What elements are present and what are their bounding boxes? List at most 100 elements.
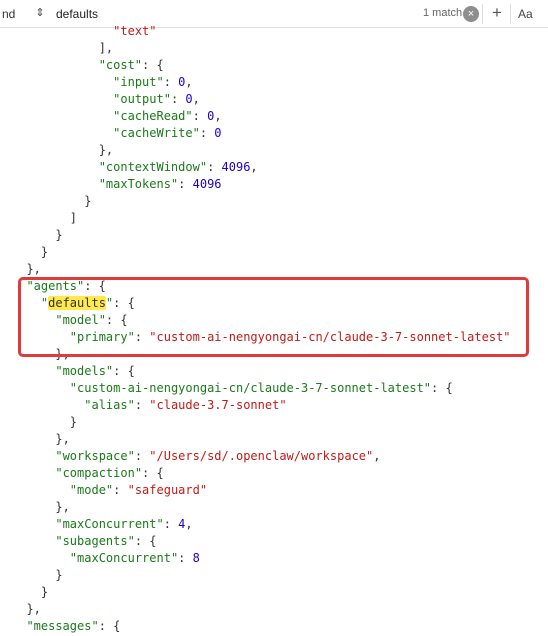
code-token: }, — [55, 432, 70, 446]
code-token: "models" — [55, 364, 114, 378]
code-token: }, — [98, 143, 114, 157]
search-input[interactable] — [56, 5, 356, 23]
code-token: , — [214, 109, 222, 123]
code-token: "subagents" — [55, 534, 135, 548]
code-token: "custom-ai-nengyongai-cn/claude-3-7-sonn… — [69, 381, 432, 395]
code-token: "maxTokens" — [98, 177, 179, 191]
code-token: : — [178, 551, 193, 565]
code-token: : { — [98, 619, 121, 633]
code-line: }, — [0, 261, 548, 278]
code-token: : — [134, 398, 150, 412]
code-line: } — [0, 584, 548, 601]
code-line: "contextWindow": 4096, — [0, 159, 548, 176]
code-token: "output" — [113, 92, 171, 106]
code-token: } — [69, 415, 78, 429]
code-line: } — [0, 567, 548, 584]
code-token: , — [192, 92, 200, 106]
code-token: : — [199, 126, 215, 140]
code-token: "model" — [55, 313, 106, 327]
match-case-button[interactable]: Aa — [518, 7, 533, 21]
code-token: : { — [84, 279, 106, 293]
code-token: ], — [98, 41, 114, 55]
code-line: "mode": "safeguard" — [0, 482, 548, 499]
code-line: }, — [0, 499, 548, 516]
code-token: 4096 — [221, 160, 251, 174]
code-line: "compaction": { — [0, 465, 548, 482]
chevron-updown-icon[interactable]: ⇕ — [34, 6, 46, 19]
find-mode-label[interactable]: nd — [2, 7, 15, 21]
code-line: "primary": "custom-ai-nengyongai-cn/clau… — [0, 329, 548, 346]
code-token: "mode" — [69, 483, 114, 497]
code-token: "agents" — [26, 279, 85, 293]
code-line: "defaults": { — [0, 295, 548, 312]
match-count: 1 match — [423, 7, 463, 19]
code-token: : — [178, 177, 193, 191]
code-token: : — [192, 109, 208, 123]
code-line: } — [0, 414, 548, 431]
code-token: : { — [142, 58, 164, 72]
search-match-highlight: defaults — [48, 296, 106, 310]
code-token: "text" — [113, 24, 157, 38]
code-token: : { — [142, 466, 164, 480]
code-token: }, — [55, 347, 70, 361]
code-token: "compaction" — [55, 466, 143, 480]
code-token: 8 — [192, 551, 200, 565]
code-token: : { — [113, 296, 135, 310]
code-token: 4096 — [192, 177, 222, 191]
code-token: : { — [105, 313, 128, 327]
code-token: : { — [431, 381, 453, 395]
code-line: "model": { — [0, 312, 548, 329]
code-line: "alias": "claude-3.7-sonnet" — [0, 397, 548, 414]
code-line: } — [0, 227, 548, 244]
code-token: : — [134, 449, 150, 463]
code-token: "/Users/sd/.openclaw/workspace" — [149, 449, 374, 463]
code-token: , — [250, 160, 258, 174]
code-token: } — [40, 585, 49, 599]
code-token: : — [170, 92, 186, 106]
code-token: "primary" — [69, 330, 135, 344]
code-token: } — [55, 568, 63, 582]
code-line: } — [0, 193, 548, 210]
code-token: } — [40, 245, 49, 259]
code-token: "alias" — [84, 398, 135, 412]
code-token: }, — [26, 602, 41, 616]
code-token: : — [163, 75, 179, 89]
code-line: }, — [0, 601, 548, 618]
code-token: "maxConcurrent" — [55, 517, 164, 531]
code-view[interactable]: "text"], "cost": {"input": 0, "output": 0,… — [0, 23, 548, 635]
code-line: "cost": { — [0, 57, 548, 74]
code-token: 0 — [185, 92, 193, 106]
code-token: , — [185, 517, 193, 531]
code-line: "output": 0, — [0, 91, 548, 108]
code-line: "maxConcurrent": 8 — [0, 550, 548, 567]
code-line: "cacheRead": 0, — [0, 108, 548, 125]
code-token: : — [113, 483, 128, 497]
code-token: } — [84, 194, 92, 208]
code-line: "maxConcurrent": 4, — [0, 516, 548, 533]
code-token: } — [55, 228, 63, 242]
code-token: }, — [55, 500, 70, 514]
code-token: "messages" — [26, 619, 99, 633]
code-token: "contextWindow" — [98, 160, 208, 174]
code-token: "workspace" — [55, 449, 135, 463]
code-token: 0 — [214, 126, 222, 140]
divider — [482, 4, 483, 24]
code-token: : — [207, 160, 222, 174]
code-token: "input" — [113, 75, 164, 89]
code-token: , — [373, 449, 381, 463]
code-line: "text" — [0, 23, 548, 40]
code-token: "cost" — [98, 58, 143, 72]
code-token: "claude-3.7-sonnet" — [149, 398, 287, 412]
code-line: "messages": { — [0, 618, 548, 635]
code-token: "custom-ai-nengyongai-cn/claude-3-7-sonn… — [149, 330, 511, 344]
clear-search-icon[interactable]: × — [463, 6, 479, 22]
code-token: "cacheWrite" — [113, 126, 200, 140]
code-line: ] — [0, 210, 548, 227]
add-icon[interactable]: + — [489, 3, 505, 23]
code-line: "models": { — [0, 363, 548, 380]
code-line: } — [0, 244, 548, 261]
code-line: "input": 0, — [0, 74, 548, 91]
code-line: ], — [0, 40, 548, 57]
code-line: "subagents": { — [0, 533, 548, 550]
code-line: }, — [0, 142, 548, 159]
